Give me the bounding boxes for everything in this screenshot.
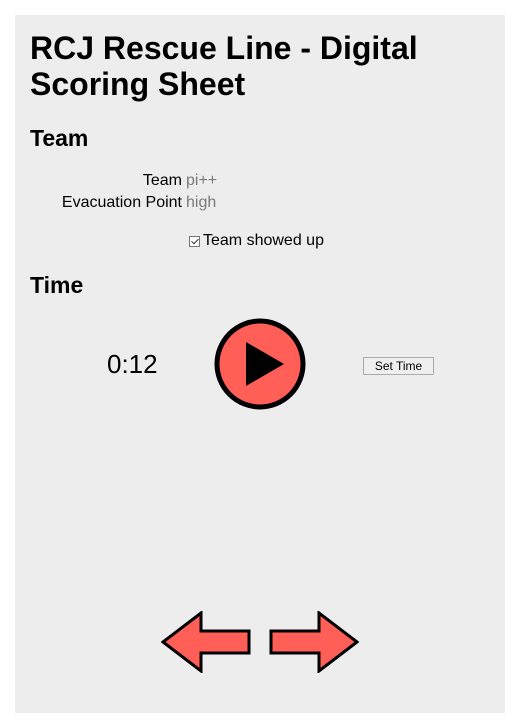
team-showed-up-checkbox[interactable] [189, 235, 200, 247]
time-heading: Time [30, 272, 84, 298]
team-showed-up-row[interactable]: Team showed up [189, 231, 324, 251]
play-icon [214, 318, 306, 410]
arrow-right-icon [269, 609, 360, 675]
next-page-button[interactable] [269, 609, 360, 675]
team-heading: Team [30, 125, 89, 151]
set-time-button[interactable]: Set Time [363, 357, 434, 375]
evacuation-value: high [186, 194, 217, 211]
team-showed-up-label: Team showed up [203, 232, 324, 249]
evacuation-label: Evacuation Point [61, 194, 182, 211]
scoring-panel: RCJ Rescue Line - Digital Scoring Sheet … [15, 15, 505, 713]
timer-display: 0:12 [107, 349, 158, 379]
previous-page-button[interactable] [160, 609, 251, 675]
play-button[interactable] [214, 318, 306, 410]
team-label: Team [142, 172, 182, 189]
team-value: pi++ [186, 172, 218, 189]
page-title: RCJ Rescue Line - Digital Scoring Sheet [30, 30, 418, 102]
arrow-left-icon [160, 609, 251, 675]
